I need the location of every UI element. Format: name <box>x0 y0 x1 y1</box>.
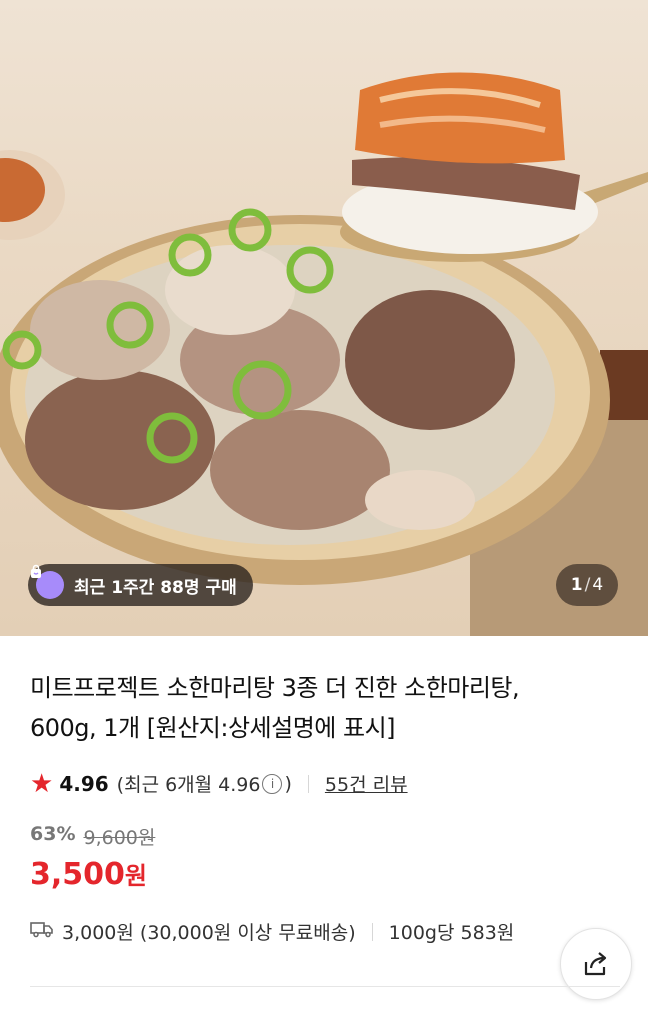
product-title-line-2: 600g, 1개 [원산지:상세설명에 표시] <box>30 714 396 742</box>
shopping-bag-icon <box>31 564 64 599</box>
image-counter-current: 1 <box>570 575 583 595</box>
product-info: 미트프로젝트 소한마리탕 3종 더 진한 소한마리탕, 600g, 1개 [원산… <box>30 636 620 945</box>
truck-icon <box>30 920 54 943</box>
shipping-fee: 3,000원 (30,000원 이상 무료배송) <box>62 922 356 944</box>
price-unit: 원 <box>124 862 147 890</box>
product-title: 미트프로젝트 소한마리탕 3종 더 진한 소한마리탕, 600g, 1개 [원산… <box>30 668 620 748</box>
review-count-link[interactable]: 55건 리뷰 <box>325 770 408 797</box>
recent-rating-text: (최근 6개월 4.96 <box>116 774 261 796</box>
product-title-line-1: 미트프로젝트 소한마리탕 3종 더 진한 소한마리탕, <box>30 674 520 702</box>
product-photo <box>0 72 648 636</box>
share-button[interactable] <box>560 928 632 1000</box>
bottom-divider <box>30 986 620 987</box>
image-counter-total: 4 <box>592 575 604 595</box>
price-value: 3,500 <box>30 857 125 892</box>
divider <box>371 922 373 941</box>
recent-rating-close: ) <box>284 772 292 795</box>
shipping-row: 3,000원 (30,000원 이상 무료배송) 100g당 583원 <box>30 918 620 945</box>
unit-price: 100g당 583원 <box>388 922 515 944</box>
discount-row: 63% 9,600원 <box>30 823 620 850</box>
image-counter-separator: / <box>584 575 591 595</box>
purchase-count-badge: 최근 1주간 88명 구매 <box>28 564 253 606</box>
info-icon[interactable]: i <box>262 773 283 794</box>
purchase-count-text: 최근 1주간 88명 구매 <box>74 577 237 598</box>
product-image[interactable]: 최근 1주간 88명 구매 1 / 4 <box>0 0 648 636</box>
image-counter: 1 / 4 <box>556 564 618 606</box>
share-icon <box>584 952 607 976</box>
original-price: 9,600원 <box>83 827 156 849</box>
discount-percent: 63% <box>30 823 76 845</box>
divider <box>307 774 309 793</box>
star-icon: ★ <box>30 768 54 799</box>
rating-score: 4.96 <box>59 771 109 796</box>
sale-price: 3,500 원 <box>30 856 620 892</box>
rating-row: ★ 4.96 (최근 6개월 4.96 i ) 55건 리뷰 <box>30 770 620 797</box>
